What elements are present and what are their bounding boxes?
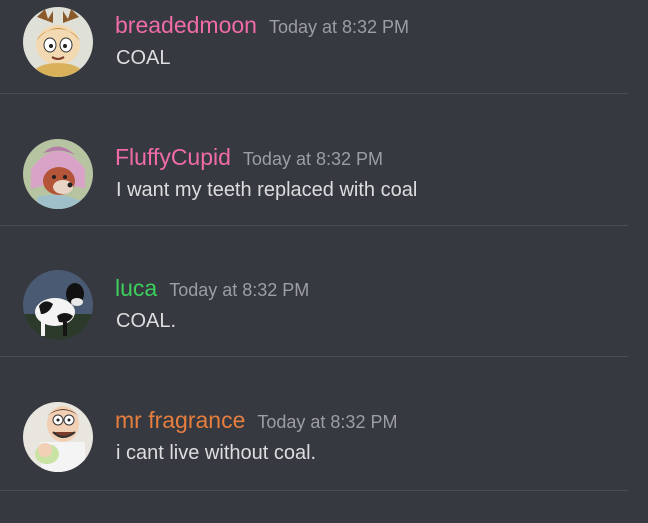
cow-avatar-icon[interactable] [23,270,93,340]
timestamp: Today at 8:32 PM [257,412,398,432]
message-item: mr fragrance Today at 8:32 PM i cant live… [0,358,648,491]
message-content: i cant live without coal. [116,442,317,464]
message-header: luca Today at 8:32 PM [115,274,309,306]
username[interactable]: FluffyCupid [115,144,231,170]
timestamp: Today at 8:32 PM [169,280,310,300]
message-list: breadedmoon Today at 8:32 PM COAL FluffyC… [0,0,648,523]
message-item: FluffyCupid Today at 8:32 PM I want my te… [0,95,648,226]
scrollbar-gutter[interactable] [628,0,648,523]
message-item: luca Today at 8:32 PM COAL. [0,226,648,357]
cartoon-fox-avatar-icon[interactable] [23,139,93,209]
message-header: FluffyCupid Today at 8:32 PM [115,143,383,175]
cartoon-kid-antlers-avatar-icon[interactable] [23,7,93,77]
message-header: mr fragrance Today at 8:32 PM [115,406,397,438]
message-item: breadedmoon Today at 8:32 PM COAL [0,0,648,94]
timestamp: Today at 8:32 PM [268,17,410,37]
username[interactable]: luca [115,275,157,301]
message-content: COAL. [116,310,177,332]
timestamp: Today at 8:32 PM [242,149,384,169]
message-divider [0,356,628,357]
message-header: breadedmoon Today at 8:32 PM [115,11,409,43]
message-content: COAL [116,47,171,69]
message-divider [0,490,628,491]
username[interactable]: mr fragrance [115,407,245,433]
message-divider [0,93,628,94]
username[interactable]: breadedmoon [115,12,257,38]
message-content: I want my teeth replaced with coal [116,179,418,201]
cartoon-dad-avatar-icon[interactable] [23,402,93,472]
